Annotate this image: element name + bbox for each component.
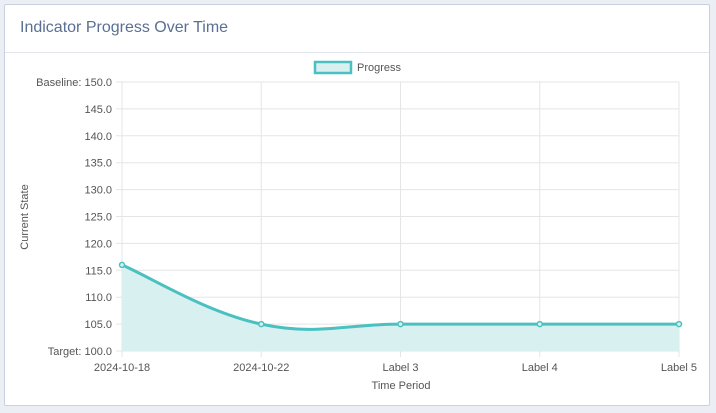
y-tick-label: Target: 100.0 [48,346,112,358]
y-axis-ticks: Target: 100.0 105.0 110.0 115.0 120.0 125.0 13… [36,77,112,358]
y-tick-label: 125.0 [84,212,112,224]
y-tick-label: 145.0 [84,104,112,116]
x-tick-label: Label 5 [661,362,697,374]
y-tick-label: 140.0 [84,131,112,143]
data-point [397,320,404,328]
data-point [118,261,126,269]
y-tick-label: 120.0 [84,238,112,250]
y-tick-label: Baseline: 150.0 [36,77,112,89]
x-axis-title: Time Period [372,380,431,392]
data-point [675,320,683,328]
y-axis-title: Current State [19,184,31,249]
data-point [258,320,265,328]
legend-label[interactable]: Progress [357,62,402,74]
data-point [536,320,543,328]
legend-swatch[interactable] [313,60,353,75]
y-tick-label: 135.0 [84,158,112,170]
x-tick-label: 2024-10-18 [94,362,150,374]
x-axis-ticks: 2024-10-18 2024-10-22 Label 3 Label 4 Label … [94,362,697,374]
y-tick-label: 110.0 [85,292,112,304]
x-tick-label: Label 3 [382,362,418,374]
x-tick-label: 2024-10-22 [233,362,289,374]
y-tick-label: 130.0 [84,185,112,197]
x-tick-label: Label 4 [522,362,558,374]
legend[interactable]: Progress [313,60,402,75]
y-tick-label: 115.0 [85,265,112,277]
y-tick-label: 105.0 [84,319,112,331]
progress-chart: Target: 100.0 105.0 110.0 115.0 120.0 125.0 13… [19,60,697,392]
